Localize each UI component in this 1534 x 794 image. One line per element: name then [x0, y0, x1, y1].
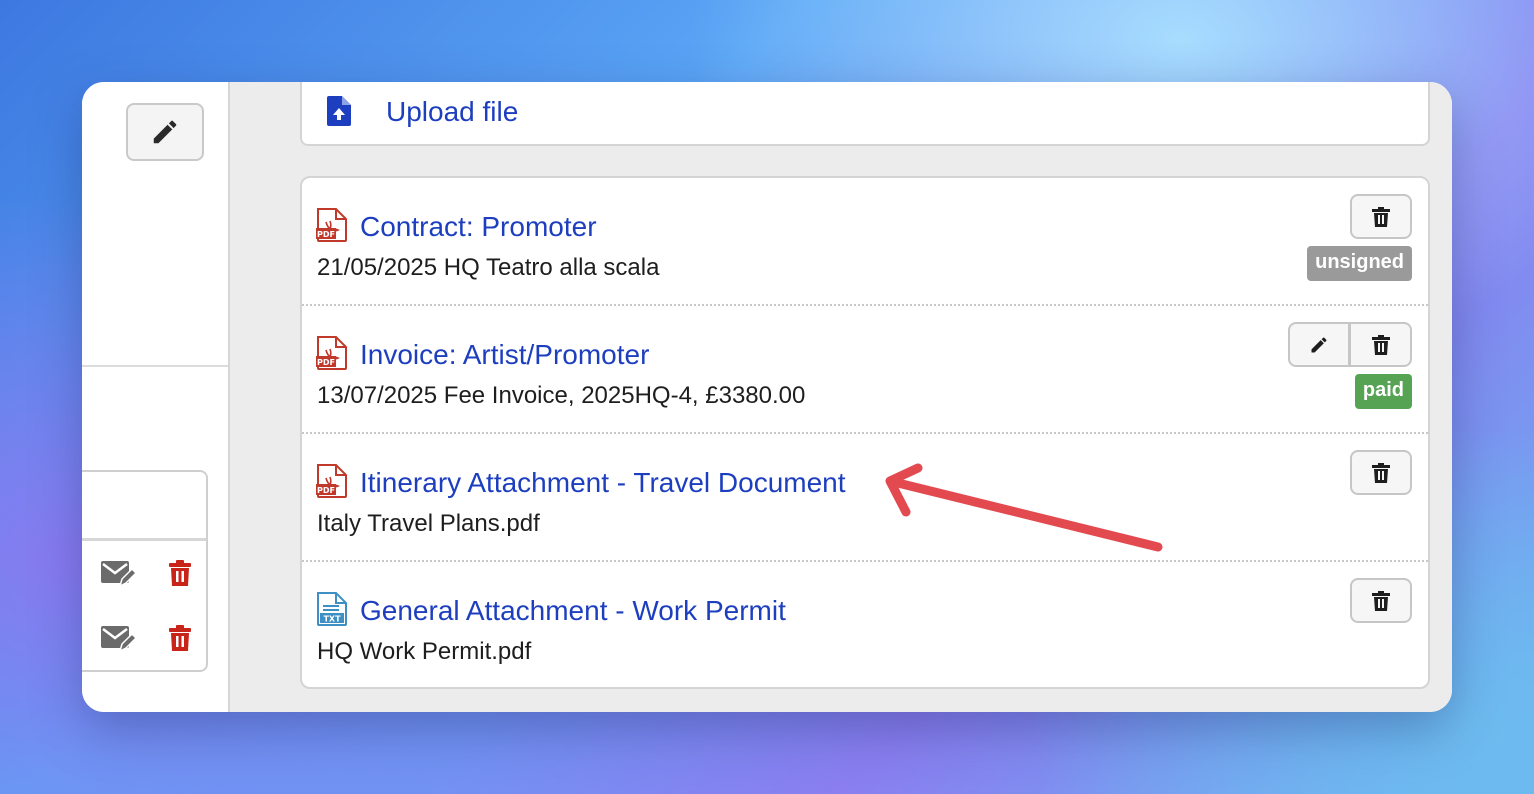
- edit-button[interactable]: [1288, 322, 1350, 367]
- file-subtitle: 13/07/2025 Fee Invoice, 2025HQ-4, £3380.…: [317, 382, 806, 409]
- trash-icon: [1372, 590, 1390, 611]
- box-divider: [82, 538, 206, 541]
- svg-text:PDF: PDF: [317, 230, 335, 239]
- delete-button[interactable]: [1350, 322, 1412, 367]
- trash-icon: [1372, 206, 1390, 227]
- status-badge: unsigned: [1307, 246, 1412, 281]
- file-row: PDF Contract: Promoter 21/05/2025 HQ Tea…: [302, 178, 1428, 306]
- file-title-link[interactable]: Itinerary Attachment - Travel Document: [360, 467, 846, 499]
- pdf-icon: PDF: [316, 336, 347, 370]
- left-sidebar-panel: [82, 82, 230, 712]
- file-row: PDF Itinerary Attachment - Travel Docume…: [302, 432, 1428, 562]
- file-title-link[interactable]: Invoice: Artist/Promoter: [360, 339, 649, 371]
- pencil-icon: [153, 120, 177, 144]
- email-edit-icon[interactable]: [100, 623, 136, 655]
- file-row: TXT General Attachment - Work Permit HQ …: [302, 560, 1428, 690]
- svg-text:PDF: PDF: [317, 358, 335, 367]
- sidebar-divider: [82, 365, 228, 367]
- upload-file-link[interactable]: Upload file: [386, 96, 518, 128]
- email-edit-icon[interactable]: [100, 558, 136, 590]
- file-title-link[interactable]: General Attachment - Work Permit: [360, 595, 786, 627]
- trash-icon[interactable]: [168, 625, 192, 652]
- edit-button[interactable]: [126, 103, 204, 161]
- delete-button[interactable]: [1350, 194, 1412, 239]
- file-upload-icon[interactable]: [327, 96, 351, 126]
- svg-text:PDF: PDF: [317, 486, 335, 495]
- trash-icon[interactable]: [168, 560, 192, 587]
- delete-button[interactable]: [1350, 450, 1412, 495]
- file-subtitle: HQ Work Permit.pdf: [317, 638, 532, 665]
- txt-icon: TXT: [317, 592, 347, 626]
- trash-icon: [1371, 334, 1390, 355]
- pdf-icon: PDF: [316, 464, 347, 498]
- trash-icon: [1372, 462, 1390, 483]
- file-list: PDF Contract: Promoter 21/05/2025 HQ Tea…: [300, 176, 1430, 689]
- file-subtitle: Italy Travel Plans.pdf: [317, 510, 540, 537]
- app-window: Upload file PDF Contract: Promoter 21/05…: [82, 82, 1452, 712]
- pencil-icon: [1311, 336, 1327, 352]
- delete-button[interactable]: [1350, 578, 1412, 623]
- pdf-icon: PDF: [316, 208, 347, 242]
- status-badge: paid: [1354, 374, 1412, 409]
- upload-card: Upload file: [300, 82, 1430, 146]
- file-subtitle: 21/05/2025 HQ Teatro alla scala: [317, 254, 660, 281]
- documents-panel: Upload file PDF Contract: Promoter 21/05…: [230, 82, 1452, 712]
- file-title-link[interactable]: Contract: Promoter: [360, 211, 597, 243]
- file-row: PDF Invoice: Artist/Promoter 13/07/2025 …: [302, 304, 1428, 434]
- contacts-box: [82, 470, 208, 672]
- svg-text:TXT: TXT: [323, 615, 341, 624]
